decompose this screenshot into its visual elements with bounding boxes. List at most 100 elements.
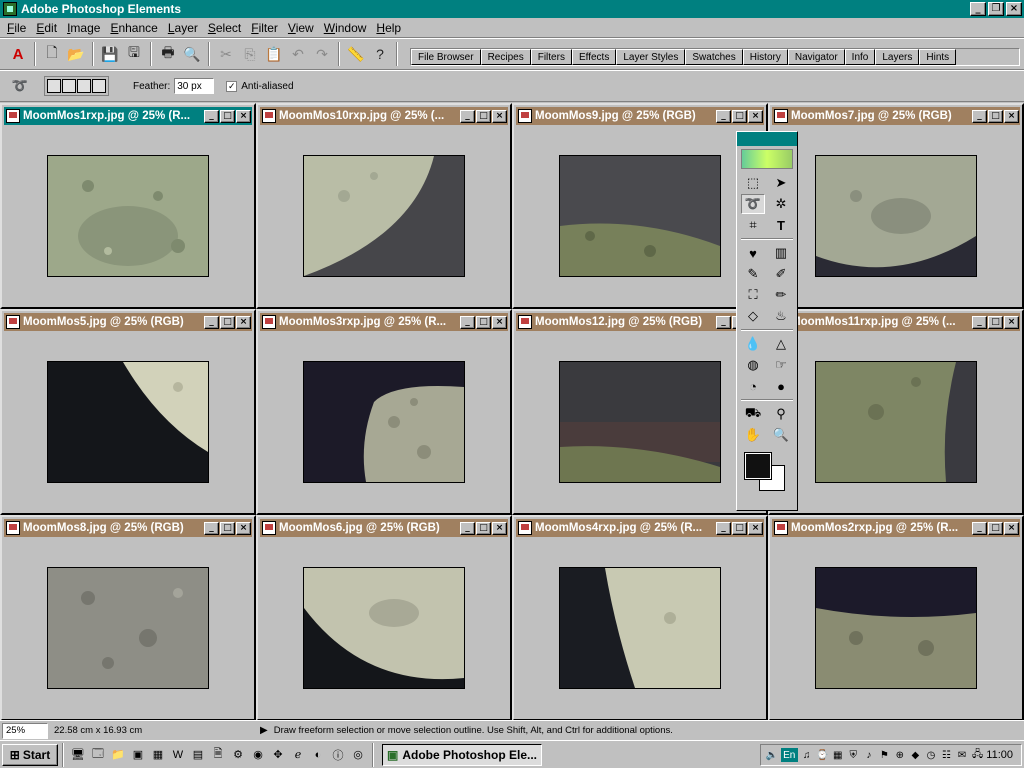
document-window[interactable]: MoomMos5.jpg @ 25% (RGB) _ □ × — [0, 309, 256, 515]
quicklaunch-app-icon[interactable]: ⓘ — [328, 745, 348, 765]
tray-app-icon[interactable]: ▦ — [831, 748, 845, 762]
paste-icon[interactable]: 📋 — [262, 42, 286, 66]
status-arrow-icon[interactable]: ▶ — [260, 725, 268, 736]
quicklaunch-app-icon[interactable]: 🗔 — [88, 745, 108, 765]
menu-filter[interactable]: Filter — [246, 21, 283, 35]
type-tool-icon[interactable]: T — [769, 215, 793, 235]
minimize-button[interactable]: _ — [970, 2, 986, 16]
paint-bucket-tool-icon[interactable]: ⛶ — [741, 285, 765, 305]
document-size-readout[interactable]: 22.58 cm x 16.93 cm — [54, 725, 254, 736]
doc-minimize-button[interactable]: _ — [716, 521, 731, 535]
doc-maximize-button[interactable]: □ — [220, 315, 235, 329]
save-icon[interactable]: 💾 — [98, 42, 122, 66]
doc-minimize-button[interactable]: _ — [204, 521, 219, 535]
toolbox-titlebar[interactable] — [737, 132, 797, 146]
doc-minimize-button[interactable]: _ — [460, 521, 475, 535]
quicklaunch-app-icon[interactable]: ◐ — [308, 745, 328, 765]
document-titlebar[interactable]: MoomMos1rxp.jpg @ 25% (R... _ □ × — [4, 107, 252, 125]
doc-minimize-button[interactable]: _ — [972, 109, 987, 123]
doc-minimize-button[interactable]: _ — [716, 315, 731, 329]
menu-layer[interactable]: Layer — [163, 21, 203, 35]
quicklaunch-desktop-icon[interactable]: 🖥 — [68, 745, 88, 765]
quicklaunch-app-icon[interactable]: ▣ — [128, 745, 148, 765]
intersect-selection-button[interactable] — [92, 79, 106, 93]
menu-enhance[interactable]: Enhance — [105, 21, 162, 35]
tab-swatches[interactable]: Swatches — [685, 49, 743, 65]
quicklaunch-app-icon[interactable]: 📁 — [108, 745, 128, 765]
document-window[interactable]: MoomMos10rxp.jpg @ 25% (... _ □ × — [256, 103, 512, 309]
magic-wand-tool-icon[interactable]: ✲ — [769, 194, 793, 214]
doc-close-button[interactable]: × — [748, 521, 763, 535]
doc-maximize-button[interactable]: □ — [732, 521, 747, 535]
doc-minimize-button[interactable]: _ — [204, 315, 219, 329]
taskbar-item-photoshop[interactable]: ▣ Adobe Photoshop Ele... — [382, 743, 542, 766]
document-window[interactable]: MoomMos1rxp.jpg @ 25% (R... _ □ × — [0, 103, 256, 309]
document-titlebar[interactable]: MoomMos3rxp.jpg @ 25% (R... _ □ × — [260, 313, 508, 331]
paintbrush-tool-icon[interactable]: ✎ — [741, 264, 765, 284]
tray-app-icon[interactable]: ◷ — [924, 748, 938, 762]
quicklaunch-app-icon[interactable]: ▦ — [148, 745, 168, 765]
menu-view[interactable]: View — [283, 21, 319, 35]
quicklaunch-word-icon[interactable]: W — [168, 745, 188, 765]
quicklaunch-app-icon[interactable]: 🗎 — [208, 745, 228, 765]
tray-app-icon[interactable]: ♫ — [800, 748, 814, 762]
document-window[interactable]: MoomMos11rxp.jpg @ 25% (... _ □ × — [768, 309, 1024, 515]
close-button[interactable]: × — [1006, 2, 1022, 16]
doc-close-button[interactable]: × — [236, 521, 251, 535]
document-titlebar[interactable]: MoomMos11rxp.jpg @ 25% (... _ □ × — [772, 313, 1020, 331]
print-preview-icon[interactable]: 🔍 — [180, 42, 204, 66]
language-indicator[interactable]: En — [780, 748, 798, 762]
step-backward-icon[interactable]: 📏 — [344, 42, 368, 66]
eraser-tool-icon[interactable]: ◇ — [741, 306, 765, 326]
quicklaunch-app-icon[interactable]: ▤ — [188, 745, 208, 765]
feather-input[interactable] — [174, 78, 215, 94]
tray-app-icon[interactable]: ✉ — [955, 748, 969, 762]
document-titlebar[interactable]: MoomMos12.jpg @ 25% (RGB) _□× — [516, 313, 764, 331]
tab-hints[interactable]: Hints — [919, 49, 957, 65]
help-icon[interactable]: ? — [368, 42, 392, 66]
gradient-tool-icon[interactable]: ▥ — [769, 243, 793, 263]
tray-app-icon[interactable]: ♪ — [862, 748, 876, 762]
cut-icon[interactable]: ✂ — [214, 42, 238, 66]
copy-icon[interactable]: ⎘ — [238, 42, 262, 66]
doc-close-button[interactable]: × — [236, 315, 251, 329]
new-file-icon[interactable]: 🗋 — [40, 42, 64, 66]
doc-minimize-button[interactable]: _ — [460, 109, 475, 123]
sharpen-tool-icon[interactable]: △ — [769, 334, 793, 354]
doc-maximize-button[interactable]: □ — [220, 109, 235, 123]
document-window[interactable]: MoomMos3rxp.jpg @ 25% (R... _ □ × — [256, 309, 512, 515]
eyedropper-tool-icon[interactable]: ⚲ — [769, 404, 793, 424]
document-titlebar[interactable]: MoomMos7.jpg @ 25% (RGB) _ □ × — [772, 107, 1020, 125]
quicklaunch-app-icon[interactable]: ✥ — [268, 745, 288, 765]
quicklaunch-ie-icon[interactable]: ℯ — [288, 745, 308, 765]
undo-icon[interactable]: ↶ — [286, 42, 310, 66]
tab-recipes[interactable]: Recipes — [480, 49, 531, 65]
document-titlebar[interactable]: MoomMos2rxp.jpg @ 25% (R... _ □ × — [772, 519, 1020, 537]
document-window[interactable]: MoomMos6.jpg @ 25% (RGB) _ □ × — [256, 515, 512, 721]
tray-app-icon[interactable]: ⚑ — [878, 748, 892, 762]
quicklaunch-app-icon[interactable]: ◎ — [348, 745, 368, 765]
doc-maximize-button[interactable]: □ — [476, 315, 491, 329]
menu-file[interactable]: File — [2, 21, 31, 35]
open-file-icon[interactable]: 📂 — [64, 42, 88, 66]
app-icon[interactable] — [3, 2, 17, 16]
shape-tool-icon[interactable]: ♥ — [741, 243, 765, 263]
hand-tool-icon[interactable]: ✋ — [741, 425, 765, 445]
doc-minimize-button[interactable]: _ — [972, 521, 987, 535]
subtract-selection-button[interactable] — [77, 79, 91, 93]
document-titlebar[interactable]: MoomMos10rxp.jpg @ 25% (... _ □ × — [260, 107, 508, 125]
pencil-tool-icon[interactable]: ✏ — [769, 285, 793, 305]
doc-close-button[interactable]: × — [492, 315, 507, 329]
anti-aliased-checkbox[interactable]: ✓ — [226, 80, 238, 92]
foreground-color-swatch[interactable] — [744, 452, 772, 480]
adobe-logo-icon[interactable]: A — [6, 42, 30, 66]
blur-tool-icon[interactable]: 💧 — [741, 334, 765, 354]
doc-maximize-button[interactable]: □ — [476, 521, 491, 535]
tray-app-icon[interactable]: ⊕ — [893, 748, 907, 762]
tab-navigator[interactable]: Navigator — [787, 49, 845, 65]
clock[interactable]: 11:00 — [986, 749, 1013, 761]
sponge-tool-icon[interactable]: ◍ — [741, 355, 765, 375]
document-titlebar[interactable]: MoomMos4rxp.jpg @ 25% (R... _ □ × — [516, 519, 764, 537]
tab-layer-styles[interactable]: Layer Styles — [616, 49, 686, 65]
document-window[interactable]: MoomMos4rxp.jpg @ 25% (R... _ □ × — [512, 515, 768, 721]
